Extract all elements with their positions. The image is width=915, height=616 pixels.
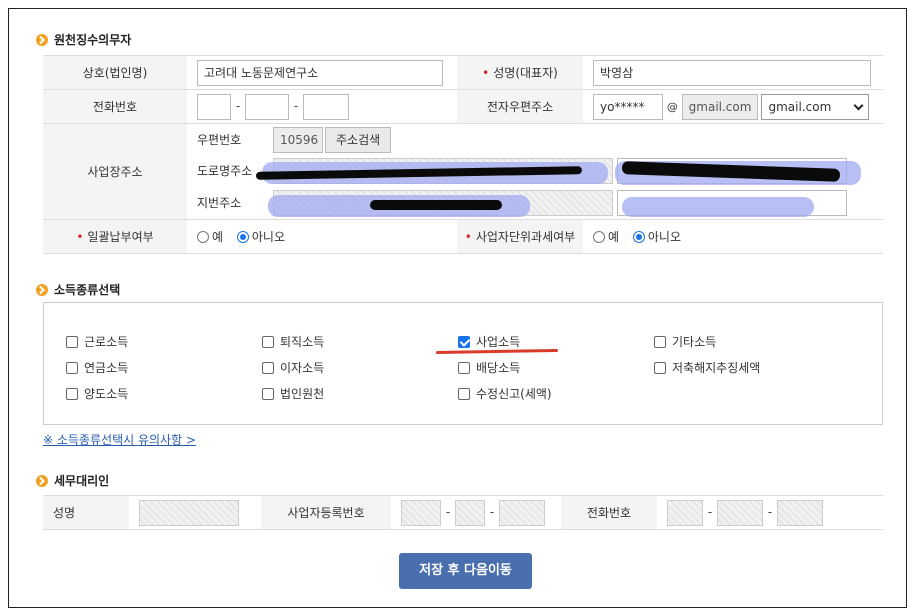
agent-bizno-part2[interactable]: [455, 499, 485, 526]
agent-name-label: 성명: [43, 495, 129, 530]
checkbox-income-retirement[interactable]: 퇴직소득: [262, 333, 324, 350]
unit-tax-yes-radio[interactable]: [593, 230, 605, 243]
unit-tax-label: • 사업자단위과세여부: [457, 219, 583, 254]
lot-address-label: 지번주소: [197, 196, 242, 210]
checkbox[interactable]: [654, 361, 666, 374]
email-label: 전자우편주소: [457, 89, 583, 124]
zip-label: 우편번호: [197, 133, 242, 147]
email-domain-input[interactable]: gmail.com: [681, 93, 758, 120]
lump-label: • 일괄납부여부: [43, 219, 187, 254]
agent-phone-part2[interactable]: [717, 499, 763, 526]
phone-part1[interactable]: [197, 93, 231, 120]
checkbox-income-dividend[interactable]: 배당소득: [458, 359, 520, 376]
lump-no-radio[interactable]: [236, 230, 249, 243]
income-section-title: 소득종류선택: [36, 281, 120, 298]
checkbox-income-business[interactable]: 사업소득: [458, 333, 520, 350]
checkbox-income-savings-penalty[interactable]: 저축해지추징세액: [654, 359, 760, 376]
agent-name-input[interactable]: [139, 499, 239, 526]
checkbox-income-pension[interactable]: 연금소득: [66, 359, 128, 376]
checkbox-income-amended[interactable]: 수정신고(세액): [458, 385, 552, 402]
checkbox[interactable]: [654, 335, 666, 348]
save-next-button[interactable]: 저장 후 다음이동: [399, 553, 532, 589]
checkbox[interactable]: [66, 387, 78, 400]
bullet-icon: [36, 33, 48, 46]
checkbox-income-transfer[interactable]: 양도소득: [66, 385, 128, 402]
email-user-input[interactable]: yo*****: [593, 93, 663, 120]
checkbox[interactable]: [262, 335, 274, 348]
checkbox[interactable]: [458, 387, 470, 400]
company-label: 상호(법인명): [43, 55, 187, 90]
agent-phone-part1[interactable]: [667, 499, 703, 526]
rep-input[interactable]: 박영삼: [593, 59, 871, 86]
checkbox[interactable]: [66, 361, 78, 374]
email-domain-select[interactable]: gmail.com: [761, 93, 870, 120]
lump-yes-radio[interactable]: [197, 230, 209, 243]
agent-bizno-label: 사업자등록번호: [261, 495, 391, 530]
zip-input[interactable]: 10596: [273, 126, 323, 153]
checkbox-income-labor[interactable]: 근로소득: [66, 333, 128, 350]
rep-label: • 성명(대표자): [457, 55, 583, 90]
bullet-icon: [36, 283, 48, 296]
agent-bizno-part1[interactable]: [401, 499, 441, 526]
checkbox[interactable]: [262, 361, 274, 374]
unit-tax-no-radio[interactable]: [632, 230, 645, 243]
agent-phone-part3[interactable]: [777, 499, 823, 526]
withholder-section-title: 원천징수의무자: [36, 31, 131, 48]
email-at: @: [666, 100, 678, 113]
agent-phone-label: 전화번호: [561, 495, 657, 530]
bullet-icon: [36, 474, 48, 487]
checkbox[interactable]: [262, 387, 274, 400]
checkbox[interactable]: [66, 335, 78, 348]
address-label: 사업장주소: [43, 123, 187, 220]
checkbox-income-interest[interactable]: 이자소득: [262, 359, 324, 376]
redaction-mark: [370, 200, 502, 210]
checkbox[interactable]: [458, 361, 470, 374]
address-search-button[interactable]: 주소검색: [325, 126, 392, 153]
agent-bizno-part3[interactable]: [499, 499, 545, 526]
phone-part2[interactable]: [245, 93, 289, 120]
agent-section-title: 세무대리인: [36, 472, 109, 489]
income-notice-link[interactable]: ※ 소득종류선택시 유의사항 >: [43, 431, 196, 448]
company-input[interactable]: 고려대 노동문제연구소: [197, 59, 443, 86]
checkbox-checked[interactable]: [458, 335, 470, 348]
phone-label: 전화번호: [43, 89, 187, 124]
redaction-blur: [622, 197, 814, 217]
phone-part3[interactable]: [303, 93, 349, 120]
withholder-form: 상호(법인명) 고려대 노동문제연구소 • 성명(대표자) 박영삼 전화번호 --…: [43, 55, 883, 254]
checkbox-income-other[interactable]: 기타소득: [654, 333, 716, 350]
checkbox-income-corporate[interactable]: 법인원천: [262, 385, 324, 402]
agent-form: 성명 사업자등록번호 -- 전화번호 --: [43, 495, 883, 530]
chevron-down-icon: [854, 100, 864, 110]
